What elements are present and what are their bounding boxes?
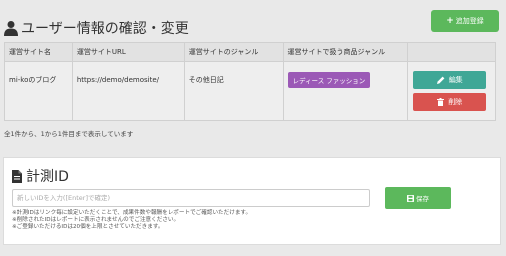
column-header: 運営サイトで扱う商品ジャンル xyxy=(282,42,409,62)
edit-label: 編集 xyxy=(448,76,463,84)
column-header: 運営サイトのジャンル xyxy=(183,42,284,62)
trash-icon xyxy=(437,98,445,106)
document-icon xyxy=(12,169,22,183)
measure-id-title: 計測ID xyxy=(12,166,69,186)
table-header-row: 運営サイト名 運営サイトURL 運営サイトのジャンル 運営サイトで扱う商品ジャン… xyxy=(4,42,496,62)
pencil-icon xyxy=(436,76,445,84)
column-header: 運営サイトURL xyxy=(71,42,185,62)
note-line: ※ご登録いただけるIDは20個を上限とさせていただきます。 xyxy=(12,224,164,230)
table-row: mi-koのブログ https://demo/demosite/ その他日記 レ… xyxy=(4,61,496,121)
product-genre-tag: レディース ファッション xyxy=(287,72,371,88)
save-icon xyxy=(407,194,414,202)
action-cell: 編集 削除 xyxy=(407,61,496,121)
site-genre-cell: その他日記 xyxy=(183,61,284,121)
add-registration-button[interactable]: + 追加登録 xyxy=(431,10,499,32)
edit-button[interactable]: 編集 xyxy=(413,71,487,89)
site-name-cell: mi-koのブログ xyxy=(4,61,73,121)
save-label: 保存 xyxy=(416,195,429,203)
delete-label: 削除 xyxy=(448,98,463,106)
site-url-cell: https://demo/demosite/ xyxy=(71,61,185,121)
pagination-summary: 全1件から、1から1件目まで表示しています xyxy=(4,130,134,138)
page-title: ユーザー情報の確認・変更 xyxy=(4,18,189,38)
page-header: ユーザー情報の確認・変更 + 追加登録 xyxy=(4,10,502,44)
product-genre-cell: レディース ファッション xyxy=(282,61,409,121)
user-icon xyxy=(4,21,18,36)
delete-button[interactable]: 削除 xyxy=(413,93,487,111)
column-header xyxy=(407,42,496,62)
site-table: 運営サイト名 運営サイトURL 運営サイトのジャンル 運営サイトで扱う商品ジャン… xyxy=(4,42,496,121)
add-registration-label: 追加登録 xyxy=(455,17,484,25)
note-line: ※削除されたIDはレポートに表示されませんのでご注意ください。 xyxy=(12,217,180,223)
measure-id-input[interactable] xyxy=(12,189,370,207)
column-header: 運営サイト名 xyxy=(4,42,73,62)
measure-id-panel: 計測ID 保存 ※計測IDはリンク毎に設定いただくことで、成果件数や報酬をレポー… xyxy=(3,157,501,245)
save-button[interactable]: 保存 xyxy=(385,187,451,209)
note-line: ※計測IDはリンク毎に設定いただくことで、成果件数や報酬をレポートでご確認いただ… xyxy=(12,210,252,216)
measure-id-notes: ※計測IDはリンク毎に設定いただくことで、成果件数や報酬をレポートでご確認いただ… xyxy=(12,210,251,231)
measure-id-title-text: 計測ID xyxy=(26,169,69,185)
page-title-text: ユーザー情報の確認・変更 xyxy=(21,21,189,37)
plus-icon: + xyxy=(446,16,454,26)
